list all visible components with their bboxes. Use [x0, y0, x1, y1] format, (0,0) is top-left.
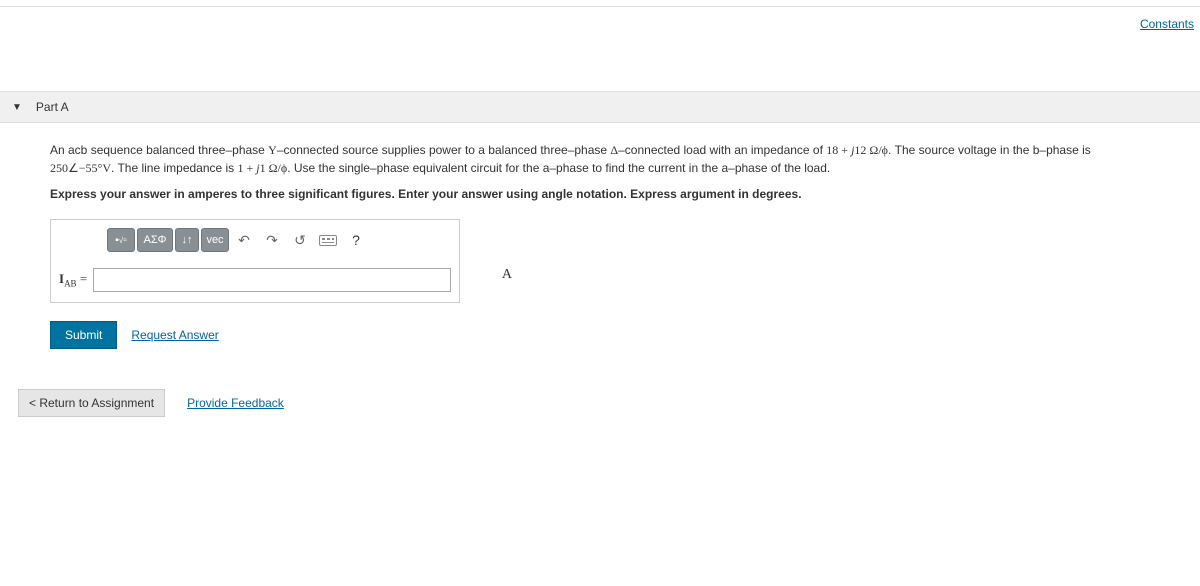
undo-icon[interactable]: ↶: [231, 228, 257, 252]
greek-letters-button[interactable]: ΑΣΦ: [137, 228, 173, 252]
subscript-superscript-button[interactable]: ↓↑: [175, 228, 199, 252]
return-to-assignment-button[interactable]: < Return to Assignment: [18, 389, 165, 417]
constants-link[interactable]: Constants: [1140, 17, 1194, 31]
footer-row: < Return to Assignment Provide Feedback: [0, 389, 1200, 417]
templates-button[interactable]: ▪√▫: [107, 228, 135, 252]
collapse-caret-icon[interactable]: ▼: [12, 102, 22, 113]
part-content: An acb sequence balanced three–phase Y–c…: [0, 123, 1200, 349]
equation-toolbar: ▪√▫ ΑΣΦ ↓↑ vec ↶ ↷ ↺ ?: [107, 228, 451, 252]
submit-button[interactable]: Submit: [50, 321, 117, 349]
problem-statement: An acb sequence balanced three–phase Y–c…: [50, 141, 1150, 177]
answer-box: ▪√▫ ΑΣΦ ↓↑ vec ↶ ↷ ↺ ? IAB =: [50, 219, 460, 303]
constants-row: Constants: [0, 7, 1200, 31]
answer-input-row: IAB =: [59, 268, 451, 292]
answer-input[interactable]: [93, 268, 451, 292]
part-header[interactable]: ▼ Part A: [0, 91, 1200, 123]
vector-button[interactable]: vec: [201, 228, 229, 252]
submit-row: Submit Request Answer: [50, 321, 1150, 349]
redo-icon[interactable]: ↷: [259, 228, 285, 252]
answer-instruction: Express your answer in amperes to three …: [50, 187, 1150, 201]
help-icon[interactable]: ?: [343, 228, 369, 252]
reset-icon[interactable]: ↺: [287, 228, 313, 252]
request-answer-link[interactable]: Request Answer: [131, 328, 218, 342]
templates-icon: ▪√▫: [115, 235, 126, 246]
keyboard-icon[interactable]: [315, 228, 341, 252]
part-title: Part A: [36, 100, 69, 114]
unit-label: A: [502, 267, 512, 283]
provide-feedback-link[interactable]: Provide Feedback: [187, 396, 284, 410]
variable-label: IAB =: [59, 271, 87, 289]
